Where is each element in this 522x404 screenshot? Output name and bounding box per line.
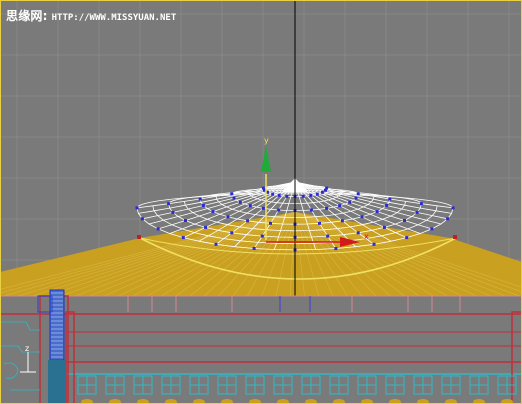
perspective-viewport[interactable]: y x z 思缘网: HTTP://WWW.MISSYUAN.NET (0, 0, 522, 404)
watermark: 思缘网: HTTP://WWW.MISSYUAN.NET (6, 7, 176, 24)
watermark-url: HTTP://WWW.MISSYUAN.NET (51, 13, 177, 23)
building-facade (0, 289, 522, 404)
ground-plane (0, 211, 522, 301)
corner-vertex-right[interactable] (453, 235, 457, 239)
gizmo-y-label: y (264, 136, 269, 145)
corner-vertex-left[interactable] (137, 235, 141, 239)
corner-axis-z-label: z (25, 344, 29, 353)
watermark-brand: 思缘网: (6, 9, 48, 23)
viewport-scene[interactable]: y x z (0, 0, 522, 404)
gizmo-x-label: x (364, 232, 369, 241)
